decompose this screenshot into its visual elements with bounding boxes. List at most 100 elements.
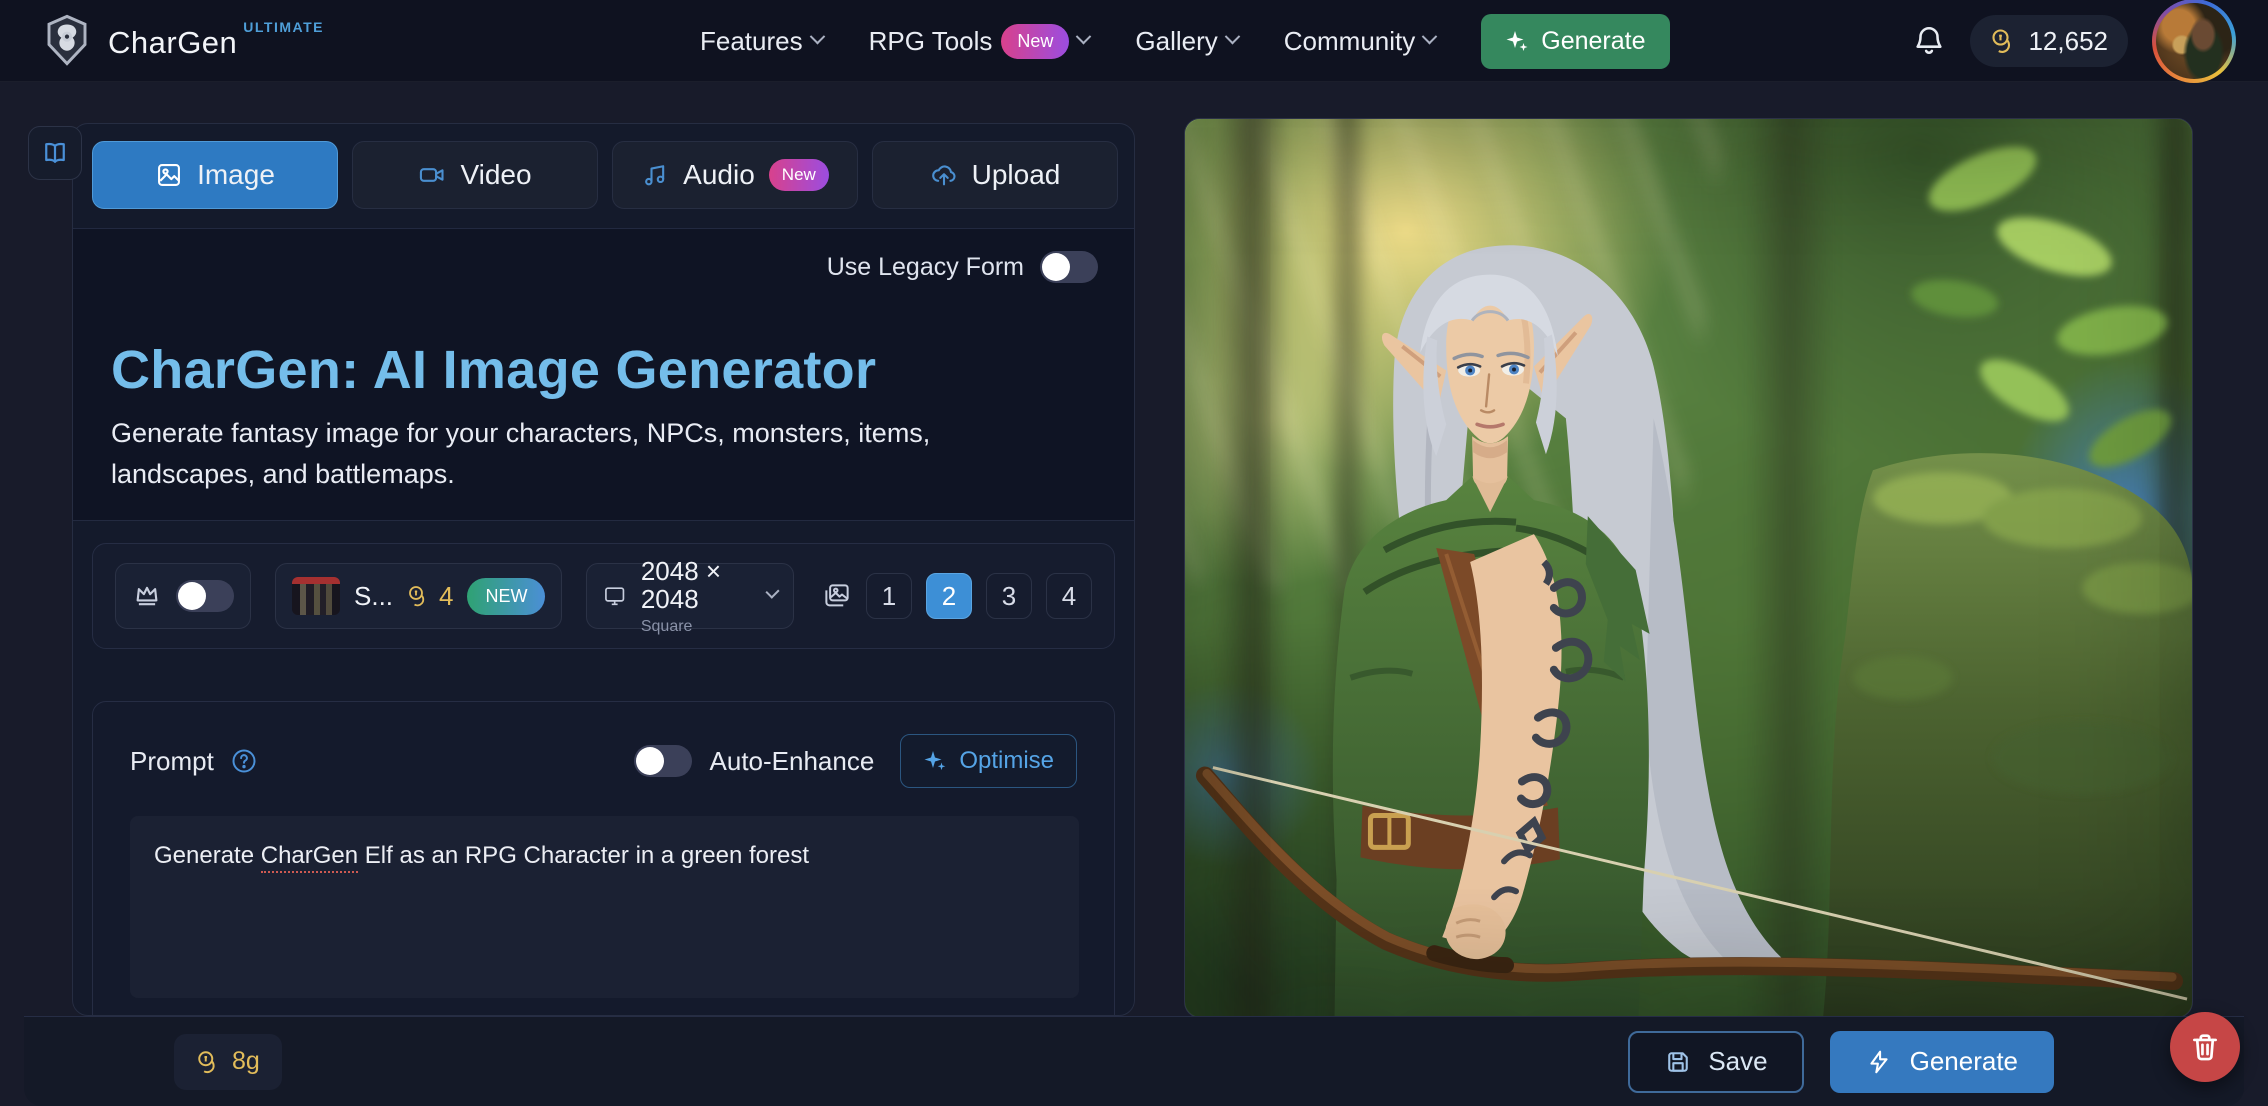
toggle-knob — [1042, 253, 1070, 281]
video-camera-icon — [418, 161, 446, 189]
sparkle-icon — [1505, 29, 1529, 53]
coins-icon — [1990, 27, 2018, 55]
count-button-3[interactable]: 3 — [986, 573, 1032, 619]
nav-generate-button[interactable]: Generate — [1481, 14, 1669, 69]
tab-label: Video — [460, 159, 531, 191]
prompt-input[interactable]: Generate CharGen Elf as an RPG Character… — [130, 816, 1079, 998]
credits-value: 12,652 — [2028, 26, 2108, 57]
delete-button[interactable] — [2170, 1012, 2240, 1082]
chevron-down-icon — [1225, 28, 1241, 44]
generation-settings-row: S... 4 NEW 2048 × 2048 Square — [92, 543, 1115, 649]
prompt-card: Prompt Auto-Enhance Optimise — [92, 701, 1115, 1016]
nav-item-label: Features — [700, 26, 803, 57]
nav-item-label: Gallery — [1135, 26, 1217, 57]
nav-menu: Features RPG Tools New Gallery Community — [700, 0, 1670, 82]
media-tabs: Image Video Audio New Upload — [92, 141, 1118, 209]
avatar[interactable] — [2152, 0, 2236, 83]
nav-item-rpg-tools[interactable]: RPG Tools New — [869, 24, 1090, 59]
count-button-1[interactable]: 1 — [866, 573, 912, 619]
auto-enhance-toggle[interactable] — [634, 745, 692, 777]
new-badge: New — [1001, 24, 1069, 59]
prompt-text-spellcheck: CharGen — [261, 842, 358, 873]
nav-item-community[interactable]: Community — [1284, 26, 1435, 57]
music-note-icon — [641, 161, 669, 189]
prompt-text: Elf as an RPG Character in a green fores… — [358, 842, 809, 869]
optimise-button[interactable]: Optimise — [900, 734, 1077, 788]
credits-balance[interactable]: 12,652 — [1970, 15, 2128, 67]
coins-icon — [407, 584, 431, 608]
model-selector[interactable]: S... 4 NEW — [275, 563, 562, 629]
generation-cost-chip: 8g — [174, 1034, 282, 1090]
bell-icon[interactable] — [1912, 24, 1946, 58]
action-buttons: Save Generate — [1628, 1031, 2054, 1093]
prompt-tools: Auto-Enhance Optimise — [634, 734, 1077, 788]
legacy-form-toggle[interactable] — [1040, 251, 1098, 283]
image-vignette — [1185, 119, 2192, 1017]
generation-cost-value: 8g — [232, 1047, 260, 1076]
tab-image[interactable]: Image — [92, 141, 338, 209]
page-title: CharGen: AI Image Generator — [111, 339, 876, 401]
count-button-4[interactable]: 4 — [1046, 573, 1092, 619]
nav-item-gallery[interactable]: Gallery — [1135, 26, 1237, 57]
toggle-knob — [636, 747, 664, 775]
nav-right: 12,652 — [1912, 0, 2236, 82]
model-name: S... — [354, 581, 393, 612]
brand-crest-icon — [40, 13, 94, 67]
model-cost: 4 — [407, 581, 453, 612]
nav-item-label: Community — [1284, 26, 1415, 57]
count-button-2[interactable]: 2 — [926, 573, 972, 619]
chevron-down-icon — [809, 28, 825, 44]
prompt-label: Prompt — [130, 746, 214, 777]
image-stack-icon — [822, 581, 852, 611]
legacy-form-label: Use Legacy Form — [827, 253, 1024, 282]
save-disk-icon — [1664, 1048, 1692, 1076]
auto-enhance-label: Auto-Enhance — [710, 746, 875, 777]
bolt-icon — [1866, 1049, 1892, 1075]
open-book-icon — [41, 139, 69, 167]
chevron-down-icon — [1076, 28, 1092, 44]
tab-video[interactable]: Video — [352, 141, 598, 209]
chevron-down-icon — [765, 584, 779, 598]
nav-generate-label: Generate — [1541, 27, 1645, 56]
coins-icon — [196, 1049, 222, 1075]
resolution-value-block: 2048 × 2048 Square — [641, 557, 754, 636]
new-badge: New — [769, 159, 829, 191]
generate-label: Generate — [1910, 1046, 2018, 1077]
premium-toggle[interactable] — [176, 580, 234, 612]
model-new-badge: NEW — [467, 578, 545, 615]
legacy-form-row: Use Legacy Form — [827, 251, 1098, 283]
save-label: Save — [1708, 1046, 1767, 1077]
prompt-header: Prompt Auto-Enhance Optimise — [130, 734, 1077, 788]
avatar-image — [2156, 3, 2232, 79]
help-circle-icon[interactable] — [230, 747, 258, 775]
image-count-group: 1 2 3 4 — [822, 573, 1092, 619]
tab-label: Image — [197, 159, 275, 191]
resolution-value: 2048 × 2048 — [641, 557, 754, 614]
premium-toggle-chip[interactable] — [115, 563, 251, 629]
image-icon — [155, 161, 183, 189]
docs-book-button[interactable] — [28, 126, 82, 180]
brand-tag: ULTIMATE — [243, 19, 324, 35]
resolution-dropdown[interactable]: 2048 × 2048 Square — [586, 563, 794, 629]
model-cost-value: 4 — [439, 581, 453, 612]
generate-button[interactable]: Generate — [1830, 1031, 2054, 1093]
tab-label: Audio — [683, 159, 755, 191]
monitor-icon — [603, 581, 626, 611]
brand-name: CharGen — [108, 25, 237, 61]
trash-icon — [2188, 1030, 2222, 1064]
tab-audio[interactable]: Audio New — [612, 141, 858, 209]
resolution-aspect: Square — [641, 618, 754, 636]
brand[interactable]: CharGen ULTIMATE — [40, 15, 324, 67]
action-bar: 8g Save Generate — [24, 1016, 2244, 1106]
optimise-label: Optimise — [959, 747, 1054, 775]
page-subtitle: Generate fantasy image for your characte… — [111, 413, 1051, 495]
nav-item-features[interactable]: Features — [700, 26, 823, 57]
cloud-upload-icon — [930, 161, 958, 189]
nav-item-label: RPG Tools — [869, 26, 993, 57]
save-button[interactable]: Save — [1628, 1031, 1803, 1093]
generated-image-panel[interactable] — [1184, 118, 2193, 1018]
crown-icon — [132, 581, 162, 611]
navbar: CharGen ULTIMATE Features RPG Tools New … — [0, 0, 2268, 82]
tab-upload[interactable]: Upload — [872, 141, 1118, 209]
composer-panel: Image Video Audio New Upload — [72, 123, 1135, 1016]
